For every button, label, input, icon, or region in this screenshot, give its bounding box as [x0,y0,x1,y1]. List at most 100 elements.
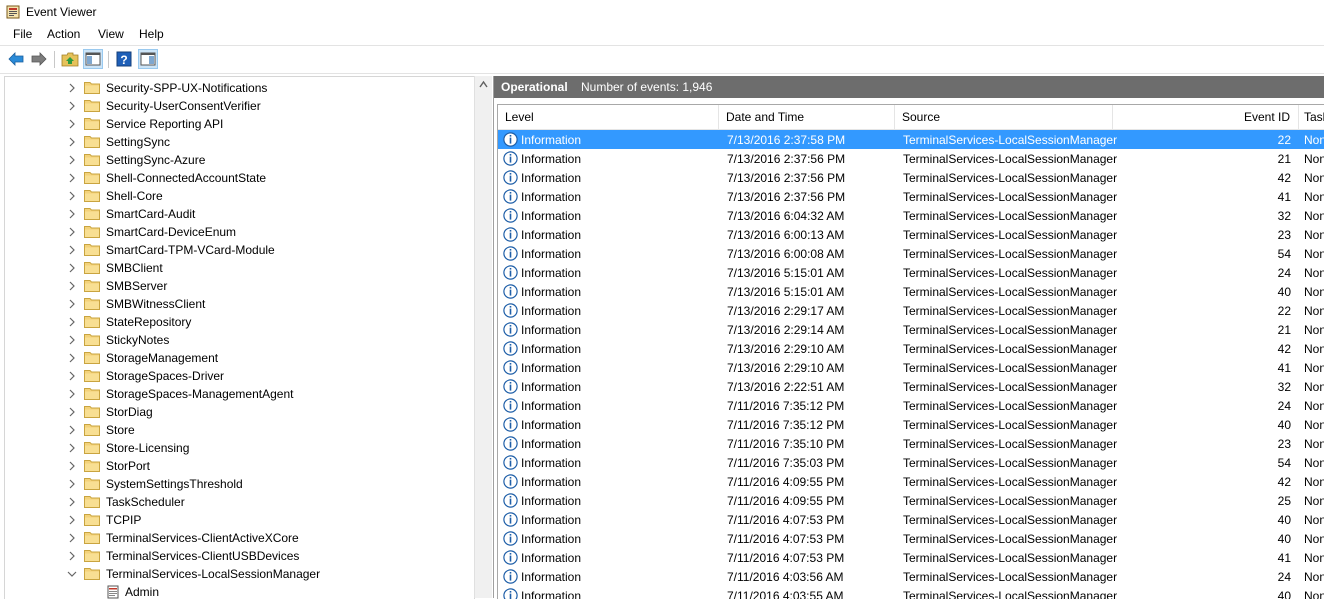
tree-item[interactable]: StorDiag [5,403,474,421]
help-icon[interactable]: ? [115,50,133,68]
chevron-right-icon[interactable] [67,407,77,417]
chevron-right-icon[interactable] [67,119,77,129]
tree-item[interactable]: Store-Licensing [5,439,474,457]
table-row[interactable]: Information 7/11/2016 7:35:10 PM TerminalS… [498,434,1324,453]
chevron-right-icon[interactable] [67,155,77,165]
tree-item[interactable]: StorPort [5,457,474,475]
chevron-right-icon[interactable] [67,281,77,291]
tree-item[interactable]: SettingSync [5,133,474,151]
tree-item[interactable]: SmartCard-TPM-VCard-Module [5,241,474,259]
column-header-event-id[interactable]: Event ID [1113,105,1299,129]
tree-item[interactable]: Store [5,421,474,439]
up-folder-icon[interactable] [61,50,79,68]
tree-item[interactable]: StorageSpaces-Driver [5,367,474,385]
tree-item[interactable]: SMBWitnessClient [5,295,474,313]
tree-item[interactable]: Security-UserConsentVerifier [5,97,474,115]
chevron-right-icon[interactable] [67,101,77,111]
table-row[interactable]: Information 7/13/2016 6:00:13 AM TerminalS… [498,225,1324,244]
chevron-right-icon[interactable] [67,317,77,327]
tree-item[interactable]: SMBClient [5,259,474,277]
table-row[interactable]: Information 7/11/2016 4:07:53 PM TerminalS… [498,529,1324,548]
table-row[interactable]: Information 7/11/2016 4:09:55 PM TerminalS… [498,472,1324,491]
back-icon[interactable] [7,50,25,68]
chevron-right-icon[interactable] [67,191,77,201]
chevron-right-icon[interactable] [67,353,77,363]
table-row[interactable]: Information 7/13/2016 2:29:10 AM TerminalS… [498,358,1324,377]
events-grid[interactable]: Level Date and Time Source Event ID Task… [497,104,1324,599]
chevron-right-icon[interactable] [67,533,77,543]
tree-item[interactable]: TerminalServices-LocalSessionManager [5,565,474,583]
scroll-up-arrow-icon[interactable] [479,80,488,89]
table-row[interactable]: Information 7/11/2016 4:07:53 PM TerminalS… [498,510,1324,529]
chevron-right-icon[interactable] [67,551,77,561]
table-row[interactable]: Information 7/11/2016 4:03:56 AM TerminalS… [498,567,1324,586]
table-row[interactable]: Information 7/11/2016 7:35:03 PM TerminalS… [498,453,1324,472]
tree-item[interactable]: SettingSync-Azure [5,151,474,169]
chevron-right-icon[interactable] [67,263,77,273]
table-row[interactable]: Information 7/13/2016 2:29:14 AM TerminalS… [498,320,1324,339]
table-row[interactable]: Information 7/13/2016 6:04:32 AM TerminalS… [498,206,1324,225]
chevron-right-icon[interactable] [67,479,77,489]
tree-item[interactable]: SMBServer [5,277,474,295]
chevron-right-icon[interactable] [67,443,77,453]
tree-item[interactable]: Service Reporting API [5,115,474,133]
table-row[interactable]: Information 7/13/2016 2:37:56 PM TerminalS… [498,149,1324,168]
tree-item[interactable]: TaskScheduler [5,493,474,511]
tree-item[interactable]: StorageManagement [5,349,474,367]
action-pane-icon[interactable] [138,49,158,69]
table-row[interactable]: Information 7/11/2016 7:35:12 PM TerminalS… [498,415,1324,434]
chevron-right-icon[interactable] [67,425,77,435]
menu-action[interactable]: Action [45,27,82,41]
chevron-right-icon[interactable] [67,497,77,507]
tree-item[interactable]: StorageSpaces-ManagementAgent [5,385,474,403]
tree-item[interactable]: Security-SPP-UX-Notifications [5,79,474,97]
table-row[interactable]: Information 7/11/2016 4:09:55 PM TerminalS… [498,491,1324,510]
table-row[interactable]: Information 7/13/2016 2:37:58 PM TerminalS… [498,130,1324,149]
table-row[interactable]: Information 7/13/2016 5:15:01 AM TerminalS… [498,263,1324,282]
tree-item[interactable]: StateRepository [5,313,474,331]
table-row[interactable]: Information 7/13/2016 2:29:10 AM TerminalS… [498,339,1324,358]
column-header-task[interactable]: Task [1299,105,1324,129]
chevron-right-icon[interactable] [67,389,77,399]
chevron-right-icon[interactable] [67,209,77,219]
tree-item[interactable]: TerminalServices-ClientUSBDevices [5,547,474,565]
table-row[interactable]: Information 7/13/2016 2:22:51 AM TerminalS… [498,377,1324,396]
table-row[interactable]: Information 7/11/2016 4:03:55 AM TerminalS… [498,586,1324,599]
column-header-level[interactable]: Level [498,105,719,129]
menu-file[interactable]: File [11,27,34,41]
table-row[interactable]: Information 7/13/2016 2:37:56 PM TerminalS… [498,168,1324,187]
chevron-right-icon[interactable] [67,137,77,147]
chevron-right-icon[interactable] [67,299,77,309]
tree-item[interactable]: SmartCard-Audit [5,205,474,223]
menu-help[interactable]: Help [137,27,166,41]
chevron-right-icon[interactable] [67,371,77,381]
column-header-source[interactable]: Source [895,105,1113,129]
tree-item[interactable]: Shell-Core [5,187,474,205]
table-row[interactable]: Information 7/13/2016 5:15:01 AM TerminalS… [498,282,1324,301]
tree-item[interactable]: SystemSettingsThreshold [5,475,474,493]
chevron-right-icon[interactable] [67,461,77,471]
tree-item-admin[interactable]: Admin [5,583,474,599]
tree-item[interactable]: TCPIP [5,511,474,529]
console-tree[interactable]: Security-SPP-UX-Notifications Security-Us… [4,76,475,599]
chevron-right-icon[interactable] [67,245,77,255]
column-header-date-time[interactable]: Date and Time [719,105,895,129]
tree-scrollbar[interactable] [474,76,492,598]
table-row[interactable]: Information 7/13/2016 2:37:56 PM TerminalS… [498,187,1324,206]
chevron-right-icon[interactable] [67,227,77,237]
show-hide-tree-icon[interactable] [83,49,103,69]
table-row[interactable]: Information 7/11/2016 4:07:53 PM TerminalS… [498,548,1324,567]
table-row[interactable]: Information 7/13/2016 6:00:08 AM TerminalS… [498,244,1324,263]
chevron-right-icon[interactable] [67,83,77,93]
table-row[interactable]: Information 7/13/2016 2:29:17 AM TerminalS… [498,301,1324,320]
tree-item[interactable]: TerminalServices-ClientActiveXCore [5,529,474,547]
tree-item[interactable]: Shell-ConnectedAccountState [5,169,474,187]
chevron-down-icon[interactable] [67,569,77,579]
tree-item[interactable]: SmartCard-DeviceEnum [5,223,474,241]
chevron-right-icon[interactable] [67,335,77,345]
tree-item[interactable]: StickyNotes [5,331,474,349]
forward-icon[interactable] [30,50,48,68]
chevron-right-icon[interactable] [67,515,77,525]
menu-view[interactable]: View [96,27,126,41]
table-row[interactable]: Information 7/11/2016 7:35:12 PM TerminalS… [498,396,1324,415]
